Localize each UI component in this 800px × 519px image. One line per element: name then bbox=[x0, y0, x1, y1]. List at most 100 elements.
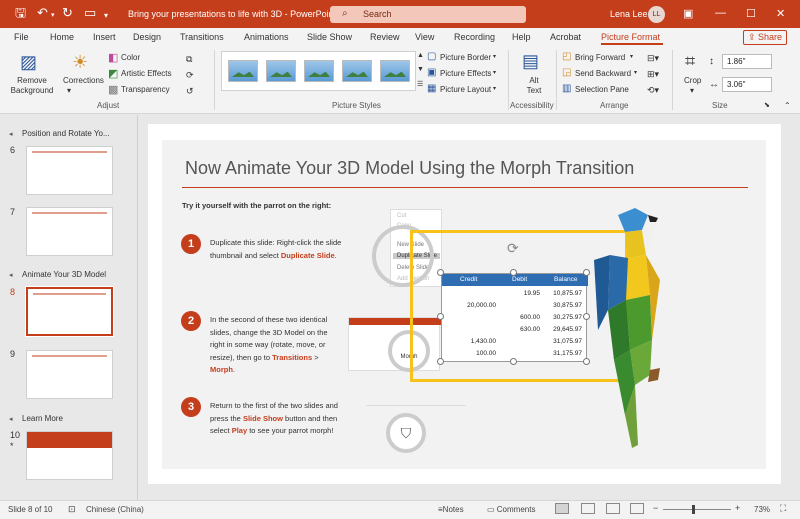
step-1-text[interactable]: Duplicate this slide: Right-click the sl… bbox=[210, 237, 342, 262]
slide-thumbnail-8[interactable] bbox=[25, 286, 114, 337]
picture-effects-dropdown-icon[interactable]: ▾ bbox=[493, 69, 496, 76]
tab-picture-format[interactable]: Picture Format bbox=[601, 32, 660, 42]
rotation-handle-icon[interactable]: ⟳ bbox=[507, 240, 519, 257]
tab-transitions[interactable]: Transitions bbox=[180, 32, 224, 42]
parrot-3d-model[interactable] bbox=[580, 200, 670, 450]
color-button[interactable]: Color bbox=[121, 53, 140, 62]
step-2-text[interactable]: In the second of these two identical sli… bbox=[210, 314, 342, 377]
corrections-button[interactable]: Corrections bbox=[63, 76, 104, 85]
group-objects-icon[interactable]: ⊞▾ bbox=[647, 69, 659, 80]
zoom-slider[interactable] bbox=[663, 509, 731, 510]
section-header[interactable]: Learn More bbox=[22, 414, 63, 423]
send-backward-dropdown-icon[interactable]: ▾ bbox=[634, 69, 637, 76]
zoom-out-icon[interactable]: − bbox=[653, 503, 658, 513]
picture-style-1[interactable] bbox=[228, 60, 258, 82]
bring-forward-button[interactable]: Bring Forward bbox=[575, 53, 625, 62]
close-icon[interactable]: ✕ bbox=[776, 7, 785, 20]
redo-icon[interactable]: ↻ bbox=[62, 6, 73, 20]
customize-quick-access-icon[interactable]: ▾ bbox=[104, 9, 108, 23]
bring-forward-dropdown-icon[interactable]: ▾ bbox=[630, 53, 633, 60]
present-icon[interactable]: ▭ bbox=[84, 6, 96, 20]
tab-recording[interactable]: Recording bbox=[454, 32, 495, 42]
picture-border-dropdown-icon[interactable]: ▾ bbox=[493, 53, 496, 60]
crop-button[interactable]: Crop bbox=[684, 76, 701, 85]
slide-thumbnail-6[interactable] bbox=[26, 146, 113, 195]
resize-handle[interactable] bbox=[510, 269, 517, 276]
gallery-up-icon[interactable]: ▲ bbox=[417, 52, 424, 59]
picture-layout-dropdown-icon[interactable]: ▾ bbox=[493, 85, 496, 92]
collapse-section-icon[interactable]: ◂ bbox=[9, 415, 13, 423]
maximize-icon[interactable]: ☐ bbox=[746, 7, 756, 20]
tab-home[interactable]: Home bbox=[50, 32, 74, 42]
tab-help[interactable]: Help bbox=[512, 32, 531, 42]
minimize-icon[interactable]: — bbox=[715, 7, 726, 19]
resize-handle[interactable] bbox=[437, 358, 444, 365]
crop-dropdown-icon[interactable]: ▾ bbox=[690, 86, 694, 95]
picture-style-5[interactable] bbox=[380, 60, 410, 82]
search-box[interactable]: ⌕ Search bbox=[330, 6, 526, 23]
tab-animations[interactable]: Animations bbox=[244, 32, 289, 42]
artistic-effects-button[interactable]: Artistic Effects bbox=[121, 69, 172, 78]
transparency-button[interactable]: Transparency bbox=[121, 85, 170, 94]
slide-thumbnail-7[interactable] bbox=[26, 207, 113, 256]
fit-slide-icon[interactable]: ⛶ bbox=[780, 503, 786, 514]
remove-background-button[interactable]: Remove Background bbox=[10, 76, 54, 96]
step-3-text[interactable]: Return to the first of the two slides an… bbox=[210, 400, 342, 438]
size-dialog-launcher-icon[interactable]: ⬊ bbox=[764, 101, 770, 109]
resize-handle[interactable] bbox=[437, 269, 444, 276]
picture-border-button[interactable]: Picture Border bbox=[440, 53, 491, 62]
share-button[interactable]: ⇪ Share bbox=[743, 30, 787, 45]
resize-handle[interactable] bbox=[510, 358, 517, 365]
zoom-slider-thumb[interactable] bbox=[692, 505, 695, 514]
gallery-more-icon[interactable]: ☰ bbox=[417, 80, 423, 88]
picture-style-4[interactable] bbox=[342, 60, 372, 82]
picture-style-3[interactable] bbox=[304, 60, 334, 82]
collapse-section-icon[interactable]: ◂ bbox=[9, 271, 13, 279]
change-picture-icon[interactable]: ⟳ bbox=[186, 70, 194, 81]
slide-title[interactable]: Now Animate Your 3D Model Using the Morp… bbox=[185, 158, 634, 179]
tab-acrobat[interactable]: Acrobat bbox=[550, 32, 581, 42]
picture-layout-button[interactable]: Picture Layout bbox=[440, 85, 491, 94]
tab-design[interactable]: Design bbox=[133, 32, 161, 42]
tab-insert[interactable]: Insert bbox=[93, 32, 116, 42]
zoom-in-icon[interactable]: + bbox=[735, 503, 740, 513]
save-icon[interactable]: 🖫 bbox=[15, 6, 26, 20]
rotate-objects-icon[interactable]: ⟲▾ bbox=[647, 85, 659, 96]
slide-thumbnail-10[interactable] bbox=[26, 431, 113, 480]
tab-view[interactable]: View bbox=[415, 32, 434, 42]
undo-dropdown-icon[interactable]: ▾ bbox=[51, 9, 55, 23]
language-indicator[interactable]: Chinese (China) bbox=[86, 505, 144, 514]
alt-text-button[interactable]: Alt Text bbox=[524, 76, 544, 96]
gallery-down-icon[interactable]: ▼ bbox=[417, 66, 424, 73]
collapse-ribbon-icon[interactable]: ⌃ bbox=[784, 101, 791, 110]
slide-sorter-icon[interactable] bbox=[581, 503, 595, 514]
picture-style-2[interactable] bbox=[266, 60, 296, 82]
width-field[interactable]: 3.06" bbox=[722, 77, 772, 92]
slide-thumbnail-9[interactable] bbox=[26, 350, 113, 399]
data-table-picture[interactable]: Credit Debit Balance 19.95 10,875.97 20,… bbox=[441, 273, 588, 362]
reset-picture-icon[interactable]: ↺ bbox=[186, 86, 194, 97]
undo-icon[interactable]: ↶ bbox=[37, 6, 48, 20]
height-field[interactable]: 1.86" bbox=[722, 54, 772, 69]
notes-button[interactable]: ≡Notes bbox=[438, 505, 464, 514]
user-name[interactable]: Lena Lee bbox=[610, 9, 648, 19]
spell-check-icon[interactable]: ⊡ bbox=[68, 504, 76, 515]
avatar[interactable]: LL bbox=[648, 6, 665, 23]
picture-effects-button[interactable]: Picture Effects bbox=[440, 69, 491, 78]
ribbon-display-icon[interactable]: ▣ bbox=[683, 7, 693, 20]
reading-view-icon[interactable] bbox=[606, 503, 620, 514]
align-icon[interactable]: ⊟▾ bbox=[647, 53, 659, 64]
compress-pictures-icon[interactable]: ⧉ bbox=[186, 54, 192, 65]
selection-pane-button[interactable]: Selection Pane bbox=[575, 85, 629, 94]
zoom-level[interactable]: 73% bbox=[754, 505, 770, 514]
send-backward-button[interactable]: Send Backward bbox=[575, 69, 631, 78]
slide-show-view-icon[interactable] bbox=[630, 503, 644, 514]
normal-view-icon[interactable] bbox=[555, 503, 569, 514]
tab-file[interactable]: File bbox=[14, 32, 29, 42]
section-header[interactable]: Animate Your 3D Model bbox=[22, 270, 106, 279]
resize-handle[interactable] bbox=[437, 313, 444, 320]
slide-subtitle[interactable]: Try it yourself with the parrot on the r… bbox=[182, 201, 331, 210]
picture-styles-gallery[interactable] bbox=[221, 51, 416, 91]
collapse-section-icon[interactable]: ◂ bbox=[9, 130, 13, 138]
section-header[interactable]: Position and Rotate Yo... bbox=[22, 129, 110, 138]
